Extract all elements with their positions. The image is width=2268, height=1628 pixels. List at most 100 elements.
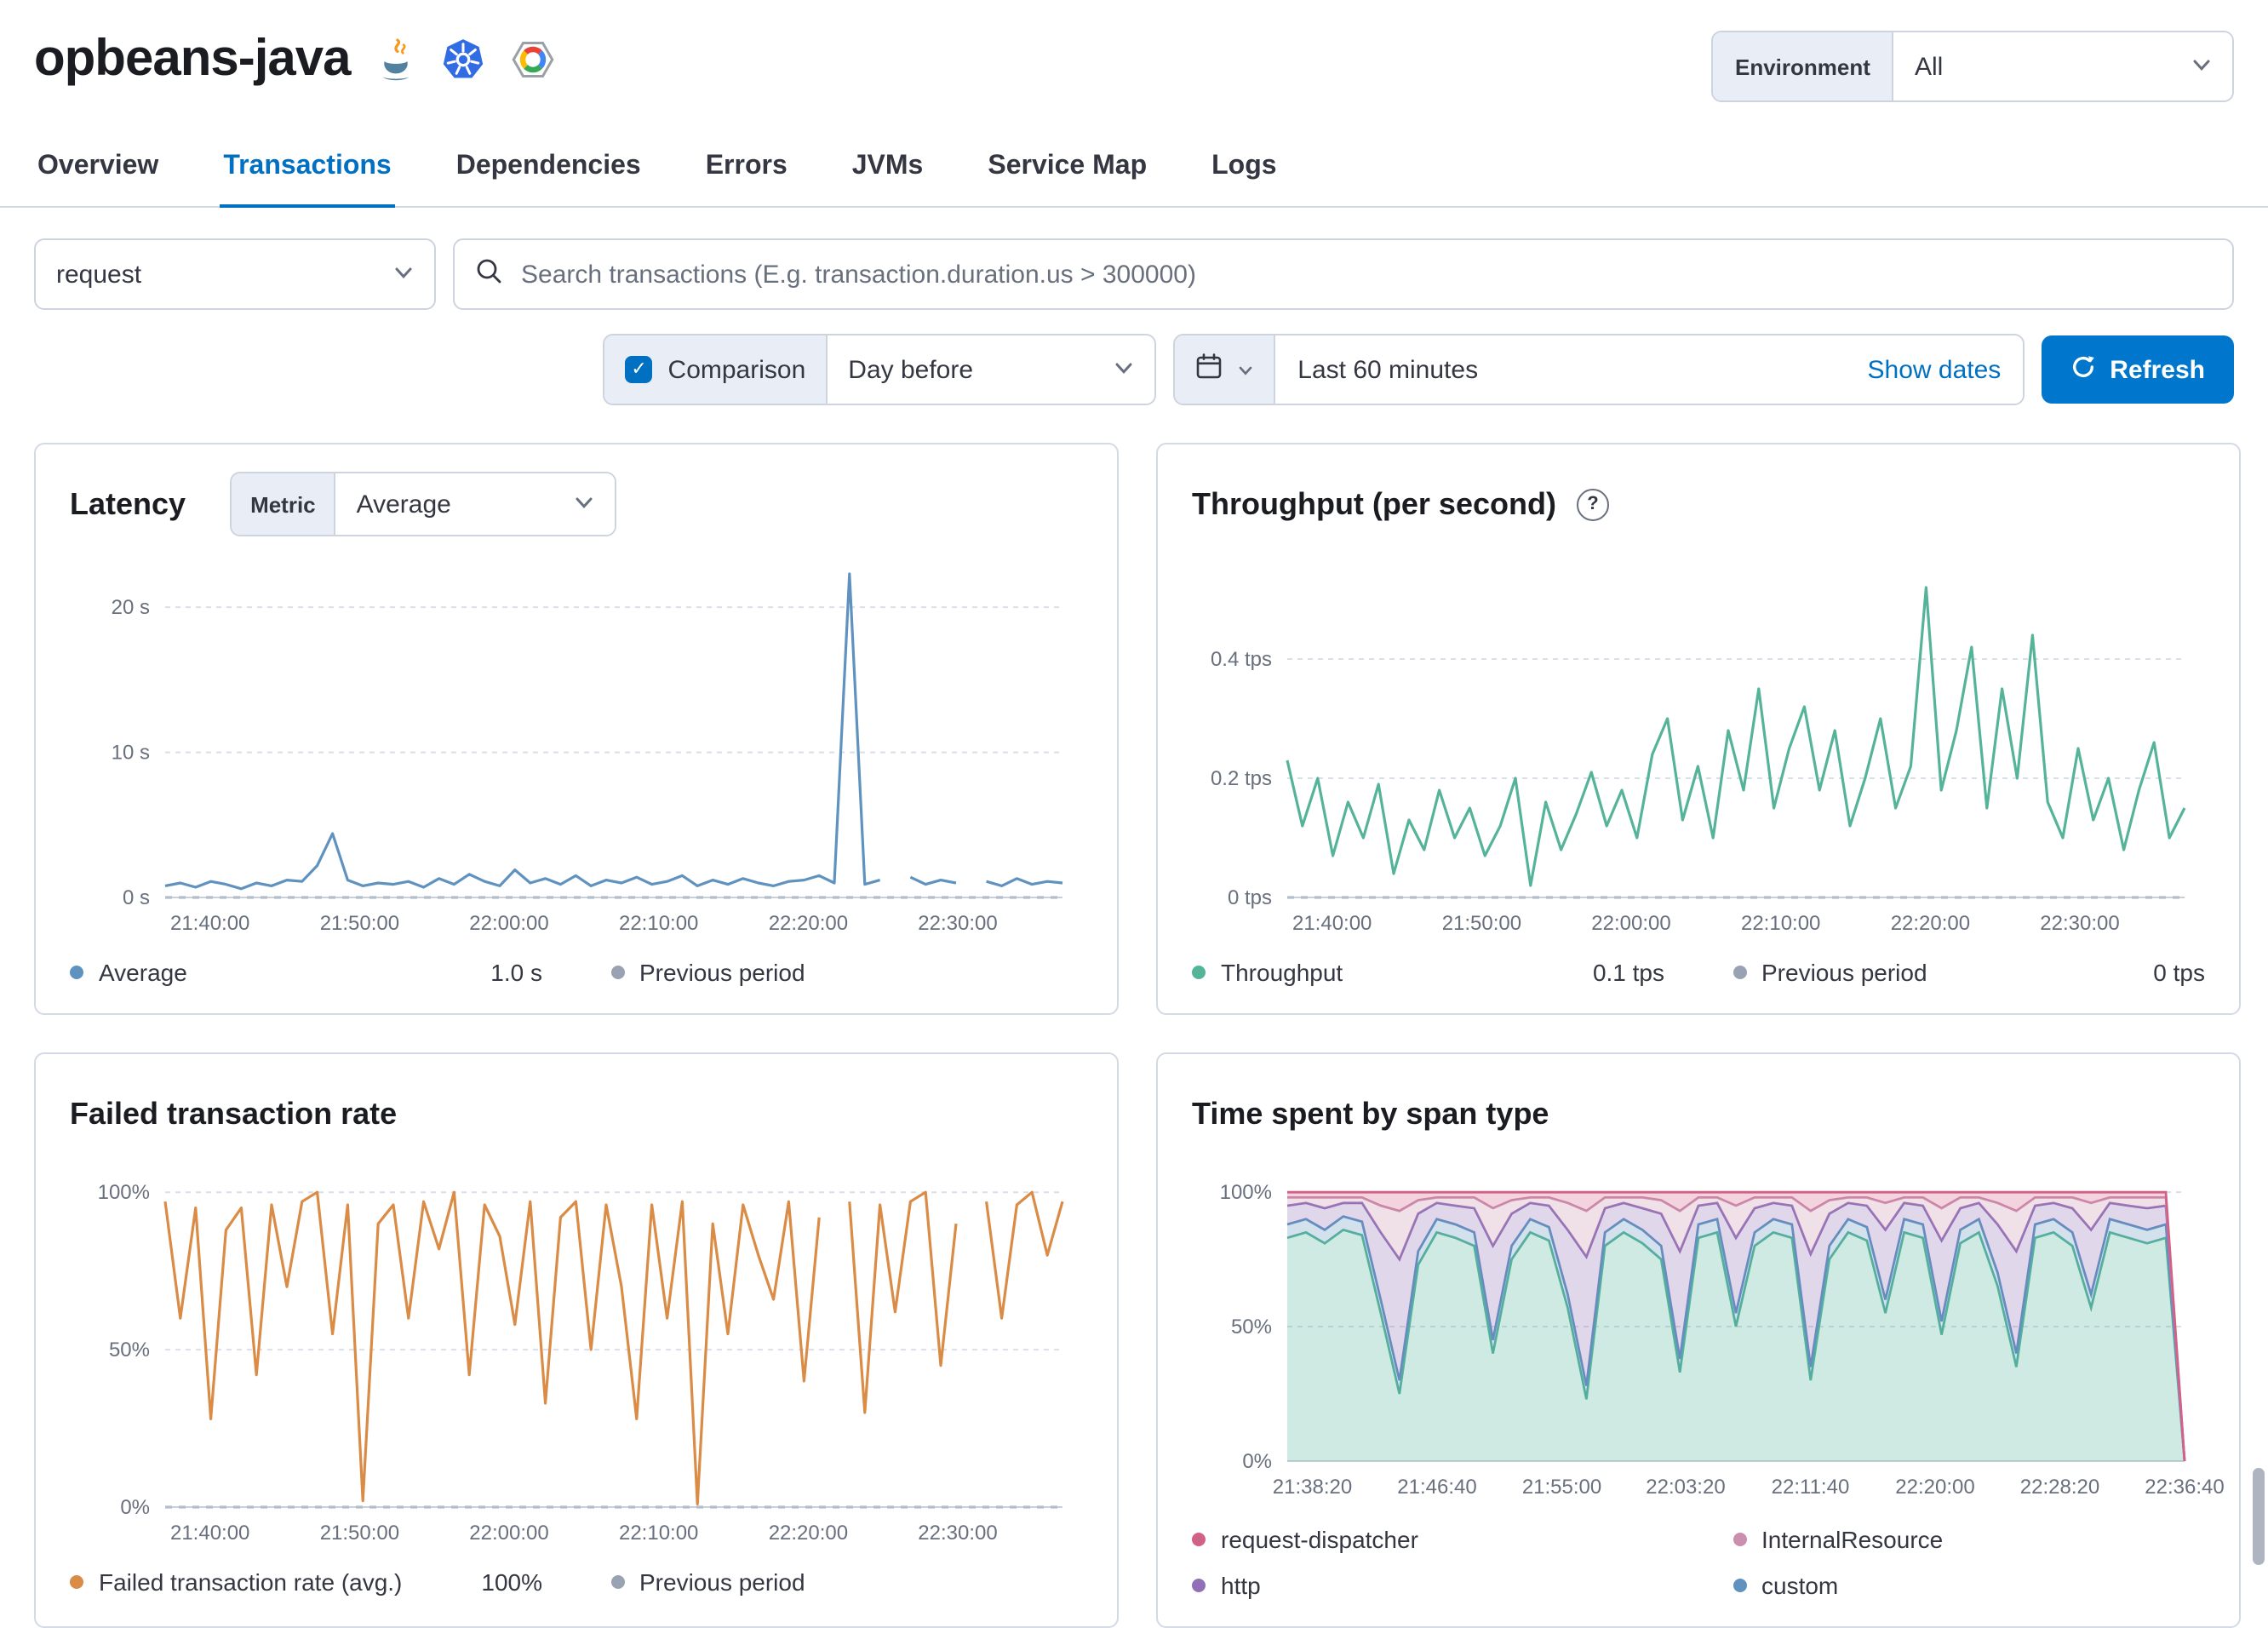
y-axis-label: 0 tps [1228, 886, 1272, 909]
x-axis-label: 22:10:00 [619, 912, 698, 935]
legend-dot [610, 1575, 624, 1589]
chevron-down-icon [575, 490, 595, 519]
tab-transactions[interactable]: Transactions [220, 129, 395, 208]
failed-rate-title: Failed transaction rate [70, 1096, 398, 1130]
chevron-down-icon [1114, 355, 1134, 384]
throughput-title: Throughput (per second) [1192, 486, 1556, 520]
y-axis-label: 0.2 tps [1211, 767, 1272, 790]
throughput-chart: 0 tps 0.2 tps 0.4 tps 21:40:00 21:50:00 22:00… [1211, 586, 2186, 935]
legend-value: 0.1 tps [1592, 959, 1664, 986]
failed-rate-chart: 0% 50% 100% 21:40:00 21:50:00 22:00:00 22:10:0… [98, 1181, 1064, 1545]
throughput-legend: Throughput 0.1 tps Previous period 0 tps [1192, 959, 2205, 986]
x-axis-label: 22:30:00 [918, 1522, 997, 1545]
throughput-panel-head: Throughput (per second) ? [1192, 472, 2205, 536]
y-axis-label: 0% [1242, 1450, 1272, 1473]
latency-metric-select[interactable]: Average [335, 473, 616, 535]
legend-item-average[interactable]: Average 1.0 s [70, 959, 542, 986]
tabs: Overview Transactions Dependencies Errors JV… [0, 129, 2268, 208]
span-type-panel: Time spent by span type 0% 50% 100% 21:38:2… [1156, 1052, 2241, 1628]
legend-dot [70, 1575, 83, 1589]
comparison-group: ✓ Comparison Day before [603, 334, 1157, 405]
environment-select[interactable]: All [1893, 32, 2232, 100]
legend-label: custom [1761, 1572, 1839, 1599]
help-icon[interactable]: ? [1576, 488, 1609, 520]
legend-dot [1732, 1579, 1746, 1592]
legend-value: 100% [481, 1568, 542, 1596]
page-scrollbar[interactable] [2253, 1468, 2265, 1565]
legend-dot [1192, 1533, 1206, 1546]
search-input[interactable] [518, 258, 2212, 290]
span-type-title: Time spent by span type [1192, 1096, 1549, 1130]
legend-label: Failed transaction rate (avg.) [99, 1568, 403, 1596]
calendar-icon [1195, 353, 1223, 387]
comparison-select[interactable]: Day before [826, 335, 1155, 404]
legend-item-previous-period[interactable]: Previous period [610, 1568, 1083, 1596]
legend-item-throughput[interactable]: Throughput 0.1 tps [1192, 959, 1664, 986]
legend-label: Previous period [1761, 959, 1927, 986]
failed-rate-legend: Failed transaction rate (avg.) 100% Previo… [70, 1568, 1083, 1596]
x-axis-label: 21:40:00 [170, 1522, 249, 1545]
failed-rate-panel: Failed transaction rate 0% 50% 100% 21:40:0… [34, 1052, 1119, 1628]
show-dates-link[interactable]: Show dates [1868, 355, 2002, 384]
legend-label: Previous period [639, 959, 805, 986]
comparison-checkbox[interactable]: ✓ [625, 356, 653, 383]
tab-jvms[interactable]: JVMs [849, 129, 927, 208]
legend-item-internalresource[interactable]: InternalResource [1732, 1526, 2205, 1553]
comparison-select-value: Day before [848, 355, 974, 384]
latency-metric-value: Average [356, 490, 451, 519]
x-axis-label: 22:00:00 [469, 1522, 548, 1545]
legend-item-http[interactable]: http [1192, 1572, 1664, 1599]
x-axis-label: 21:46:40 [1397, 1476, 1476, 1499]
comparison-label: Comparison [667, 355, 806, 384]
latency-title: Latency [70, 486, 186, 520]
span-type-panel-head: Time spent by span type [1192, 1081, 2205, 1146]
chevron-down-icon [393, 260, 414, 289]
x-axis-label: 22:03:20 [1646, 1476, 1725, 1499]
legend-dot [1732, 1533, 1746, 1546]
tab-errors[interactable]: Errors [702, 129, 791, 208]
search-field[interactable] [453, 238, 2234, 310]
x-axis-label: 21:40:00 [1292, 912, 1372, 935]
throughput-panel: Throughput (per second) ? 0 tps 0.2 tps 0.… [1156, 443, 2241, 1015]
tab-service-map[interactable]: Service Map [984, 129, 1150, 208]
legend-dot [1192, 1579, 1206, 1592]
refresh-button[interactable]: Refresh [2042, 335, 2234, 404]
legend-item-request-dispatcher[interactable]: request-dispatcher [1192, 1526, 1664, 1553]
comparison-toggle[interactable]: ✓ Comparison [604, 335, 827, 404]
service-title-group: opbeans-java [34, 31, 554, 89]
environment-filter: Environment All [1711, 31, 2234, 102]
x-axis-label: 22:30:00 [2040, 912, 2119, 935]
environment-label: Environment [1713, 32, 1894, 100]
legend-item-failed-transaction-rate-avg[interactable]: Failed transaction rate (avg.) 100% [70, 1568, 542, 1596]
legend-label: Throughput [1221, 959, 1343, 986]
x-axis-label: 22:10:00 [619, 1522, 698, 1545]
legend-item-previous-period[interactable]: Previous period 0 tps [1732, 959, 2205, 986]
legend-label: InternalResource [1761, 1526, 1944, 1553]
latency-legend: Average 1.0 s Previous period [70, 959, 1083, 986]
legend-item-previous-period[interactable]: Previous period [610, 959, 1083, 986]
transaction-type-value: request [56, 260, 142, 289]
y-axis-label: 100% [1220, 1181, 1272, 1204]
y-axis-label: 10 s [112, 742, 150, 765]
date-picker-button[interactable] [1175, 335, 1276, 404]
transaction-type-select[interactable]: request [34, 238, 436, 310]
span-type-legend: request-dispatcher http InternalResource cu… [1192, 1526, 2205, 1599]
page-title: opbeans-java [34, 31, 351, 87]
x-axis-label: 22:20:00 [1895, 1476, 1974, 1499]
x-axis-label: 21:38:20 [1273, 1476, 1352, 1499]
x-axis-label: 21:50:00 [1442, 912, 1521, 935]
y-axis-label: 20 s [112, 596, 150, 619]
chevron-down-icon [2191, 52, 2212, 81]
tab-logs[interactable]: Logs [1208, 129, 1280, 208]
latency-panel-head: Latency Metric Average [70, 472, 1083, 536]
tab-overview[interactable]: Overview [34, 129, 162, 208]
latency-metric-control: Metric Average [230, 472, 617, 536]
date-picker-group: Last 60 minutes Show dates [1173, 334, 2025, 405]
legend-label: http [1221, 1572, 1261, 1599]
y-axis-label: 100% [98, 1181, 150, 1204]
tab-dependencies[interactable]: Dependencies [453, 129, 644, 208]
time-range-display[interactable]: Last 60 minutes Show dates [1275, 335, 2024, 404]
legend-label: Average [99, 959, 187, 986]
x-axis-label: 22:20:00 [769, 1522, 848, 1545]
legend-item-custom[interactable]: custom [1732, 1572, 2205, 1599]
